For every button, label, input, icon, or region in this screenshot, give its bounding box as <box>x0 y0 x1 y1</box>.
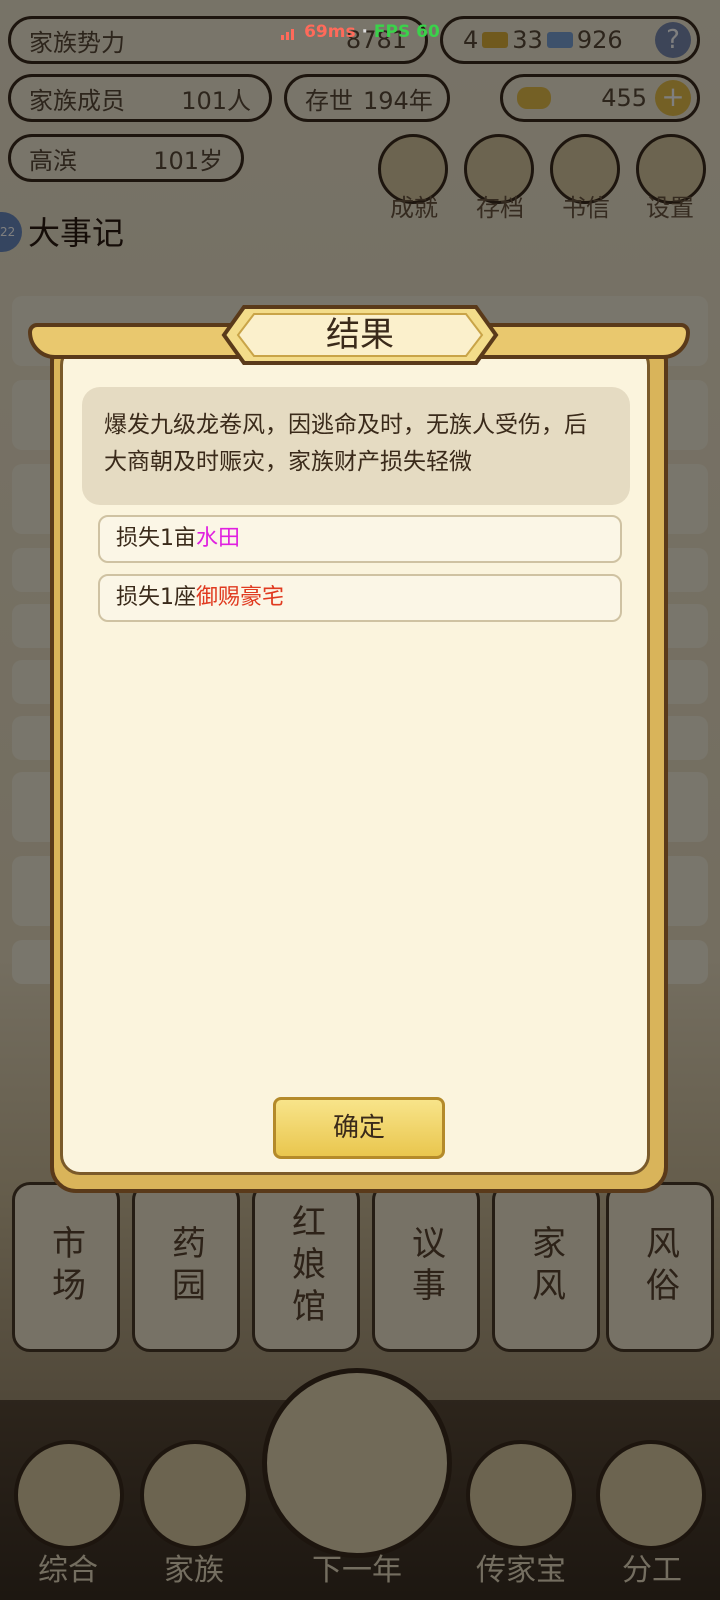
perf-separator: · <box>361 22 368 42</box>
signal-icon <box>280 25 298 40</box>
loss-name-mansion: 御赐豪宅 <box>196 585 285 610</box>
loss-item: 损失1座御赐豪宅 <box>98 574 622 622</box>
result-dialog: 结果 爆发九级龙卷风，因逃命及时，无族人受伤，后大商朝及时赈灾，家族财产损失轻微… <box>28 305 690 1193</box>
ping-value: 69ms <box>304 22 356 42</box>
loss-prefix: 损失1亩 <box>116 526 196 551</box>
loss-item: 损失1亩水田 <box>98 515 622 563</box>
loss-prefix: 损失1座 <box>116 585 196 610</box>
dialog-title: 结果 <box>326 315 394 355</box>
confirm-button[interactable]: 确定 <box>273 1097 445 1159</box>
fps-value: FPS 60 <box>373 22 440 42</box>
loss-name-paddy-field: 水田 <box>196 526 241 551</box>
dialog-title-plate: 结果 <box>220 303 500 367</box>
result-message: 爆发九级龙卷风，因逃命及时，无族人受伤，后大商朝及时赈灾，家族财产损失轻微 <box>82 387 630 505</box>
performance-indicator: 69ms · FPS 60 <box>0 22 720 42</box>
